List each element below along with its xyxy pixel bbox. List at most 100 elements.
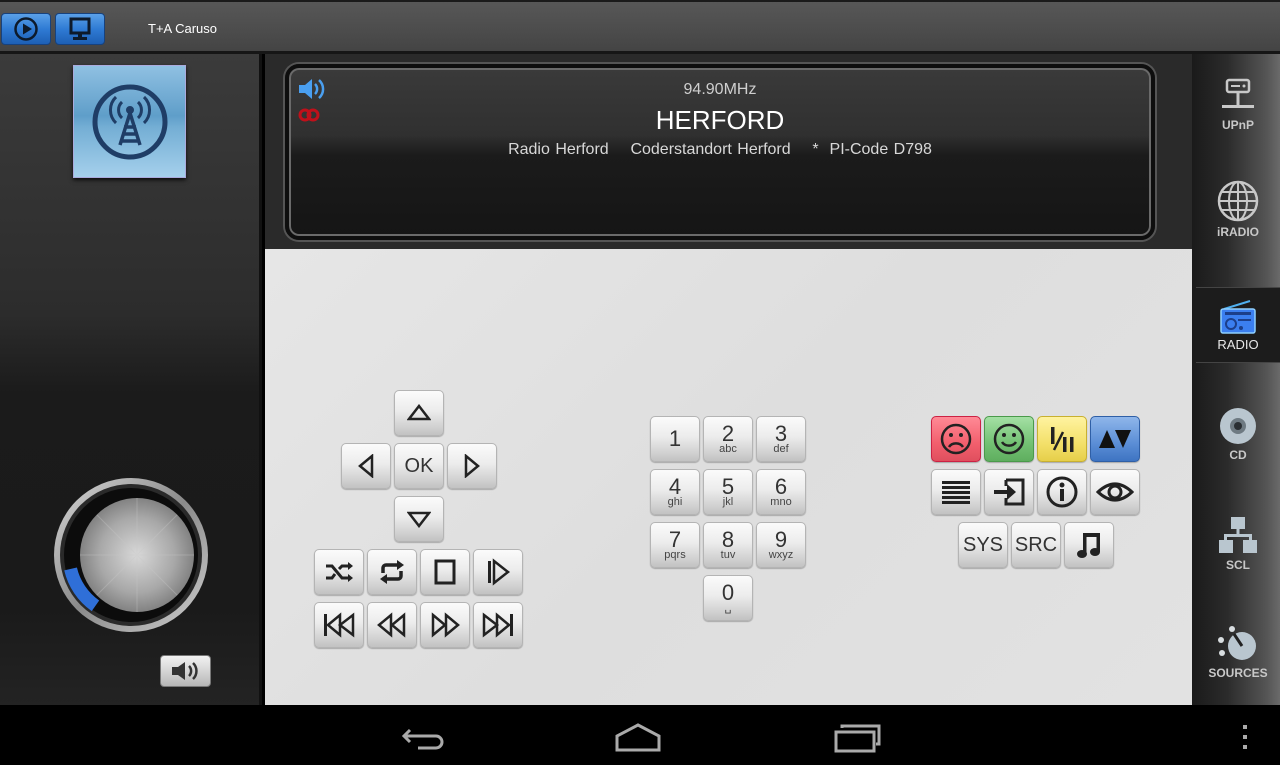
skip-forward-button[interactable]	[473, 602, 523, 648]
repeat-button[interactable]	[367, 549, 417, 595]
down-button[interactable]	[394, 496, 444, 542]
key-digit: 8	[721, 526, 735, 552]
key-digit: 1	[668, 426, 682, 451]
keypad-key-9[interactable]: 9 wxyz	[756, 522, 806, 568]
sidebar-item-label: CD	[1229, 448, 1247, 462]
sidebar-item-label: iRADIO	[1217, 225, 1259, 239]
up-down-icon	[1099, 430, 1131, 448]
key-digit: 2	[721, 420, 735, 446]
sys-button[interactable]: SYS	[958, 522, 1008, 568]
play-pause-icon	[488, 558, 511, 586]
key-digit: 6	[774, 473, 788, 499]
thumbs-down-button[interactable]	[931, 416, 981, 462]
frequency-text: 94.90MHz	[683, 81, 757, 98]
left-panel	[0, 54, 262, 705]
sidebar-item-radio[interactable]: RADIO	[1196, 287, 1280, 363]
sidebar-item-cd[interactable]: CD	[1196, 384, 1280, 484]
sidebar-item-sources[interactable]: SOURCES	[1196, 602, 1280, 702]
globe-icon	[1217, 180, 1259, 222]
left-button[interactable]	[341, 443, 391, 489]
keypad-key-3[interactable]: 3 def	[756, 416, 806, 462]
keypad-key-0[interactable]: 0 ␣	[703, 575, 753, 621]
station-name: HERFORD	[655, 105, 785, 135]
up-arrow-icon	[407, 404, 431, 421]
skip-back-button[interactable]	[314, 602, 364, 648]
left-arrow-icon	[358, 454, 374, 478]
src-label: SRC	[1014, 533, 1058, 556]
sidebar-item-label: UPnP	[1221, 118, 1254, 132]
mono-stereo-button[interactable]	[1037, 416, 1087, 462]
sidebar-item-iradio[interactable]: iRADIO	[1196, 159, 1280, 259]
key-digit: 4	[668, 473, 682, 499]
key-letters: mno	[770, 495, 792, 508]
rewind-icon	[377, 612, 406, 638]
shuffle-button[interactable]	[314, 549, 364, 595]
info-button[interactable]	[1037, 469, 1087, 515]
rewind-button[interactable]	[367, 602, 417, 648]
key-letters: wxyz	[768, 548, 794, 561]
play-button[interactable]	[1, 13, 51, 45]
keypad-key-4[interactable]: 4 ghi	[650, 469, 700, 515]
happy-face-icon	[993, 423, 1025, 455]
home-icon	[615, 723, 661, 752]
thumbs-up-button[interactable]	[984, 416, 1034, 462]
right-button[interactable]	[447, 443, 497, 489]
key-letters: ghi	[667, 495, 683, 508]
remote-control-panel: OK 1 2 abc 3 def 4 ghi 5 jkl 6 mno 7 pqr…	[265, 249, 1192, 705]
eye-icon	[1096, 482, 1134, 502]
ok-button[interactable]: OK	[394, 443, 444, 489]
sidebar-item-label: SOURCES	[1208, 666, 1268, 680]
keypad-key-5[interactable]: 5 jkl	[703, 469, 753, 515]
up-down-button[interactable]	[1090, 416, 1140, 462]
sidebar-item-upnp[interactable]: UPnP	[1196, 54, 1280, 154]
list-button[interactable]	[931, 469, 981, 515]
overflow-menu-button[interactable]	[1236, 723, 1254, 753]
keypad-key-2[interactable]: 2 abc	[703, 416, 753, 462]
keypad-key-1[interactable]: 1	[650, 416, 700, 462]
upnp-icon	[1222, 78, 1254, 108]
radio-icon	[1220, 299, 1256, 334]
rds-text: Radio Herford Coderstandort Herford * PI…	[508, 141, 932, 158]
fast-forward-icon	[431, 612, 460, 638]
ok-label: OK	[404, 454, 434, 477]
recents-icon	[834, 724, 881, 753]
key-digit: 3	[774, 420, 788, 446]
src-button[interactable]: SRC	[1011, 522, 1061, 568]
key-letters: pqrs	[664, 548, 686, 561]
network-icon	[1219, 517, 1257, 553]
volume-knob[interactable]	[52, 476, 210, 634]
sys-label: SYS	[962, 533, 1004, 556]
stop-button[interactable]	[420, 549, 470, 595]
display-area: 94.90MHz HERFORD Radio Herford Coderstan…	[265, 54, 1192, 249]
back-button[interactable]	[398, 723, 448, 753]
sidebar-item-scl[interactable]: SCL	[1196, 494, 1280, 594]
input-icon	[994, 478, 1025, 506]
source-sidebar: UPnP iRADIO RADIO CD SCL SOURCES	[1192, 54, 1280, 705]
skip-forward-icon	[482, 612, 513, 638]
sidebar-item-label: RADIO	[1217, 336, 1259, 352]
key-letters: def	[773, 442, 789, 455]
play-circle-icon	[14, 17, 38, 41]
recents-button[interactable]	[832, 723, 884, 753]
overflow-menu-icon	[1243, 725, 1247, 749]
mute-button[interactable]	[160, 655, 211, 687]
key-letters: abc	[719, 442, 737, 455]
music-button[interactable]	[1064, 522, 1114, 568]
keypad-key-6[interactable]: 6 mno	[756, 469, 806, 515]
key-digit: 9	[774, 526, 788, 552]
keypad-key-7[interactable]: 7 pqrs	[650, 522, 700, 568]
now-playing-display: 94.90MHz HERFORD Radio Herford Coderstan…	[285, 64, 1155, 240]
view-button[interactable]	[1090, 469, 1140, 515]
screen-button[interactable]	[55, 13, 105, 45]
mono-stereo-icon	[1051, 427, 1074, 452]
list-icon	[942, 481, 970, 504]
play-pause-button[interactable]	[473, 549, 523, 595]
stop-icon	[434, 559, 456, 585]
keypad-key-8[interactable]: 8 tuv	[703, 522, 753, 568]
up-button[interactable]	[394, 390, 444, 436]
fast-forward-button[interactable]	[420, 602, 470, 648]
input-button[interactable]	[984, 469, 1034, 515]
radio-tower-icon	[92, 84, 167, 159]
home-button[interactable]	[612, 723, 664, 753]
speaker-icon	[171, 662, 198, 680]
